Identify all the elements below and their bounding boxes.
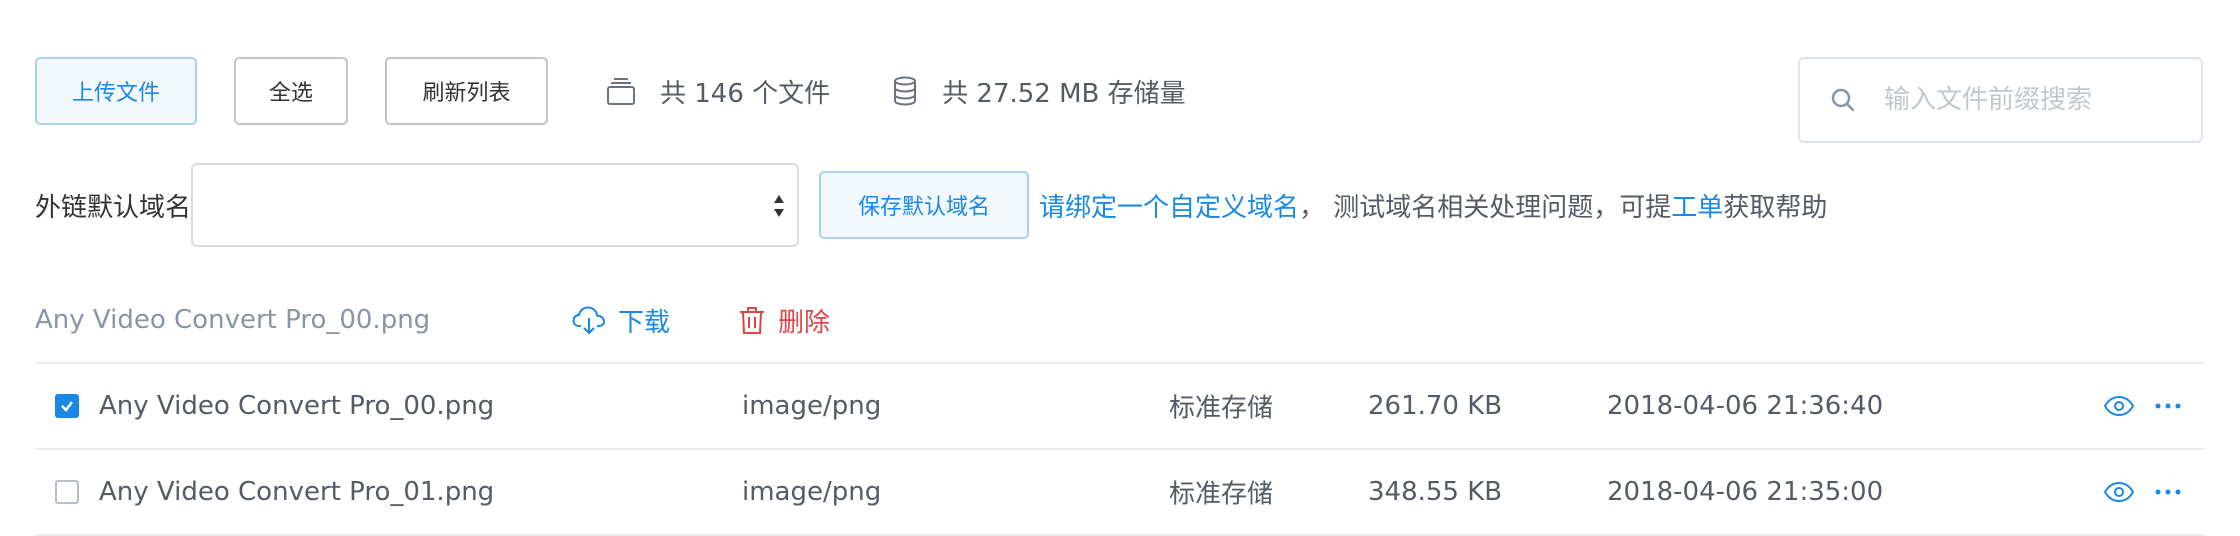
file-count-text: 共 146 个文件 [660,78,831,109]
bind-domain-link[interactable]: 请绑定一个自定义域名 [1039,193,1299,223]
select-arrows-icon [774,195,785,217]
file-name: Any Video Convert Pro_01.png [99,477,495,507]
row-checkbox[interactable] [55,480,79,504]
eye-icon[interactable] [2103,395,2135,417]
delete-label: 删除 [778,307,831,338]
download-label: 下载 [618,307,671,338]
upload-button[interactable]: 上传文件 [35,57,197,125]
file-table: Any Video Convert Pro_00.png image/png 标… [35,362,2205,536]
trash-icon [740,307,765,334]
save-domain-button[interactable]: 保存默认域名 [819,171,1030,239]
toolbar: 上传文件 全选 刷新列表 共 146 个文件 共 27.52 MB 存储量 [35,57,1186,125]
stack-icon [607,78,635,105]
selection-bar: Any Video Convert Pro_00.png 下载 删除 [35,298,830,342]
table-row[interactable]: Any Video Convert Pro_00.png image/png 标… [35,362,2205,448]
more-icon[interactable] [2155,489,2181,495]
row-checkbox[interactable] [55,394,79,418]
file-type: image/png [742,477,882,507]
file-time: 2018-04-06 21:35:00 [1607,477,1884,507]
download-button[interactable]: 下载 [572,302,670,339]
file-size: 348.55 KB [1368,477,1503,507]
more-icon[interactable] [2155,403,2181,409]
refresh-button[interactable]: 刷新列表 [385,57,548,125]
storage-text: 共 27.52 MB 存储量 [942,78,1186,109]
file-size: 261.70 KB [1368,391,1503,421]
check-icon [61,401,73,412]
file-type: image/png [742,391,882,421]
file-count-stat: 共 146 个文件 [606,73,830,110]
table-row[interactable]: Any Video Convert Pro_01.png image/png 标… [35,448,2205,536]
select-all-button[interactable]: 全选 [234,57,348,125]
notice-middle-text: ， 测试域名相关处理问题，可提 [1299,192,1672,223]
domain-row: 外链默认域名 保存默认域名 请绑定一个自定义域名， 测试域名相关处理问题，可提工… [35,163,1827,247]
selected-file-name: Any Video Convert Pro_00.png [35,305,431,335]
storage-class: 标准存储 [1169,393,1274,424]
domain-select[interactable] [191,163,800,247]
search-icon [1831,88,1855,112]
domain-label: 外链默认域名 [35,192,192,223]
database-icon [894,76,917,106]
search-input[interactable] [1882,84,2186,116]
storage-stat: 共 27.52 MB 存储量 [892,73,1186,110]
file-time: 2018-04-06 21:36:40 [1607,391,1884,421]
file-name: Any Video Convert Pro_00.png [99,391,495,421]
storage-class: 标准存储 [1169,479,1274,510]
file-manager: 上传文件 全选 刷新列表 共 146 个文件 共 27.52 MB 存储量 输入… [0,0,2240,536]
search-box[interactable] [1798,57,2203,143]
notice-end-text: 获取帮助 [1723,192,1828,223]
ticket-link[interactable]: 工单 [1671,193,1723,223]
eye-icon[interactable] [2103,481,2135,503]
delete-button[interactable]: 删除 [738,302,830,339]
cloud-download-icon [572,306,606,335]
domain-notice: 请绑定一个自定义域名， 测试域名相关处理问题，可提工单获取帮助 [1039,187,1827,224]
